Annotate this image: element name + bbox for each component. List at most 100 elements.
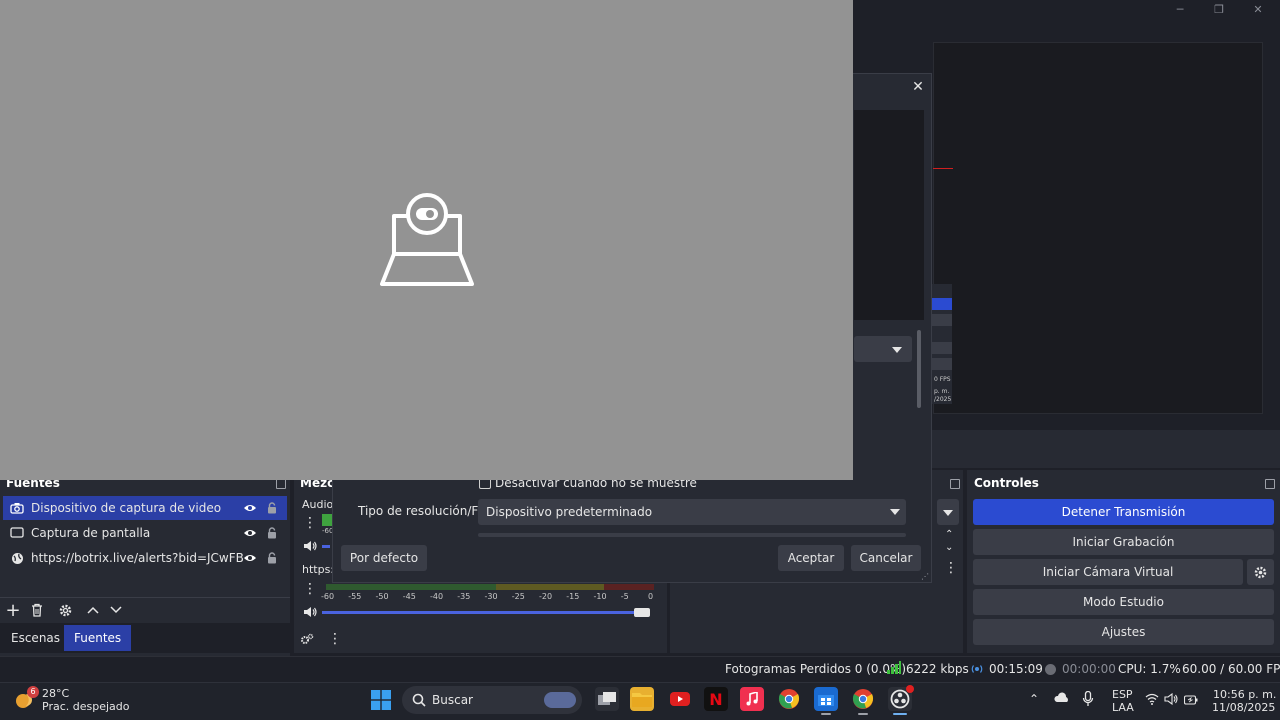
more-options-icon[interactable]: ⋮ xyxy=(301,514,319,532)
dock-float-icon[interactable] xyxy=(950,479,960,489)
maximize-button[interactable]: ❐ xyxy=(1209,2,1229,18)
meter-scale-tick: -30 xyxy=(484,592,498,601)
resolution-select[interactable]: Dispositivo predeterminado xyxy=(478,499,906,525)
volume-slider-fill[interactable] xyxy=(322,545,330,548)
more-options-icon[interactable]: ⋮ xyxy=(944,560,958,576)
app-running-indicator xyxy=(858,713,868,715)
file-explorer-icon[interactable] xyxy=(630,687,654,711)
tray-chevron-up-icon[interactable]: ⌃ xyxy=(1029,692,1039,706)
volume-slider-handle[interactable] xyxy=(634,608,650,617)
chrome-profile-icon[interactable] xyxy=(851,687,875,711)
wifi-icon[interactable] xyxy=(1145,693,1159,708)
eye-icon[interactable] xyxy=(243,501,257,515)
meter-yellow-segment xyxy=(496,584,604,590)
source-item-browser[interactable]: https://botrix.live/alerts?bid=JCwFBVXFQ… xyxy=(3,546,287,570)
lock-icon[interactable] xyxy=(265,501,279,515)
volume-slider-track[interactable] xyxy=(322,611,636,614)
meter-scale-tick: -40 xyxy=(430,592,444,601)
studio-mode-button[interactable]: Modo Estudio xyxy=(973,589,1274,615)
task-view-icon[interactable] xyxy=(595,687,619,711)
more-options-icon[interactable]: ⋮ xyxy=(326,630,344,648)
search-icon xyxy=(412,693,426,710)
controls-dock-title: Controles xyxy=(974,476,1039,490)
input-language-bottom[interactable]: LAA xyxy=(1112,701,1134,714)
taskbar-search-box[interactable]: Buscar xyxy=(402,686,582,714)
chevron-up-icon[interactable] xyxy=(84,601,102,619)
signal-bars-icon xyxy=(887,661,901,677)
meter-scale-tick: -25 xyxy=(511,592,525,601)
dock-float-icon[interactable] xyxy=(1265,479,1275,489)
virtual-camera-settings-button[interactable] xyxy=(1247,559,1274,585)
store-icon[interactable] xyxy=(814,687,838,711)
gear-icon[interactable] xyxy=(56,601,74,619)
webcam-icon xyxy=(380,192,474,291)
battery-icon[interactable] xyxy=(1183,694,1198,708)
speaker-icon[interactable] xyxy=(301,537,319,555)
settings-button[interactable]: Ajustes xyxy=(973,619,1274,645)
netflix-icon[interactable]: N xyxy=(704,687,728,711)
meter-scale-tick: -10 xyxy=(593,592,607,601)
volume-icon[interactable] xyxy=(1164,692,1178,708)
meter-green-segment xyxy=(326,584,496,590)
start-virtual-camera-button[interactable]: Iniciar Cámara Virtual xyxy=(973,559,1243,585)
chevron-down-icon[interactable] xyxy=(107,601,125,619)
tab-scenes[interactable]: Escenas xyxy=(1,625,70,651)
mixer-settings-icon[interactable] xyxy=(298,630,316,648)
onedrive-icon[interactable] xyxy=(1054,692,1070,707)
meter-scale-tick: -50 xyxy=(375,592,389,601)
stop-streaming-button[interactable]: Detener Transmisión xyxy=(973,499,1274,525)
ok-button[interactable]: Aceptar xyxy=(778,545,844,571)
weather-temp[interactable]: 28°C xyxy=(42,687,69,700)
level-meter-fill xyxy=(322,514,332,526)
clock-time[interactable]: 10:56 p. m. xyxy=(1213,688,1276,701)
cpu-usage-text: CPU: 1.7% xyxy=(1118,662,1181,676)
obs-icon[interactable] xyxy=(888,685,914,711)
speaker-icon[interactable] xyxy=(301,603,319,621)
youtube-icon[interactable] xyxy=(668,687,692,711)
source-item-video-capture[interactable]: Dispositivo de captura de video xyxy=(3,496,287,520)
dialog-close-button[interactable]: ✕ xyxy=(908,78,928,96)
dialog-select-fragment[interactable] xyxy=(854,336,912,362)
windows-start-icon[interactable] xyxy=(371,690,391,710)
dialog-scrollbar[interactable] xyxy=(917,330,921,408)
default-button[interactable]: Por defecto xyxy=(341,545,427,571)
more-options-icon[interactable]: ⋮ xyxy=(301,580,319,598)
minimize-button[interactable]: ─ xyxy=(1170,2,1190,18)
dropped-frames-text: Fotogramas Perdidos 0 (0.0%) xyxy=(725,662,907,676)
fragment-fps-text: 0 FPS xyxy=(934,376,951,383)
dock-float-icon[interactable] xyxy=(276,479,286,489)
chrome-icon[interactable] xyxy=(777,687,801,711)
dropdown-arrow-icon xyxy=(892,347,902,353)
search-highlight-image xyxy=(544,692,576,708)
tab-sources[interactable]: Fuentes xyxy=(64,625,132,651)
transition-select[interactable] xyxy=(937,499,959,525)
chevron-up-icon[interactable]: ⌃ xyxy=(945,529,953,540)
lock-icon[interactable] xyxy=(265,551,279,565)
camera-icon xyxy=(9,500,25,516)
meter-scale-tick: -15 xyxy=(566,592,580,601)
resize-grip-icon[interactable]: ⋰ xyxy=(921,572,929,581)
input-language-top[interactable]: ESP xyxy=(1112,688,1133,701)
meter-red-segment xyxy=(604,584,654,590)
fragment-date-text: p. m. xyxy=(934,388,950,395)
weather-badge: 6 xyxy=(27,686,39,698)
source-label: Captura de pantalla xyxy=(31,526,151,540)
eye-icon[interactable] xyxy=(243,526,257,540)
preview-guide-line xyxy=(933,168,953,169)
close-window-button[interactable]: ✕ xyxy=(1248,2,1268,18)
trash-icon[interactable] xyxy=(28,601,46,619)
microphone-icon[interactable] xyxy=(1082,690,1094,710)
eye-icon[interactable] xyxy=(243,551,257,565)
add-source-icon[interactable]: + xyxy=(4,600,22,621)
next-field-fragment xyxy=(478,533,906,537)
weather-description[interactable]: Prac. despejado xyxy=(42,700,129,713)
lock-icon[interactable] xyxy=(265,526,279,540)
fragment-row xyxy=(932,314,952,326)
source-item-screen-capture[interactable]: Captura de pantalla xyxy=(3,521,287,545)
apple-music-icon[interactable] xyxy=(740,687,764,711)
start-recording-button[interactable]: Iniciar Grabación xyxy=(973,529,1274,555)
cancel-button[interactable]: Cancelar xyxy=(851,545,921,571)
chevron-down-icon[interactable]: ⌄ xyxy=(945,542,953,553)
preview-canvas[interactable] xyxy=(933,42,1263,414)
clock-date[interactable]: 11/08/2025 xyxy=(1212,701,1275,714)
